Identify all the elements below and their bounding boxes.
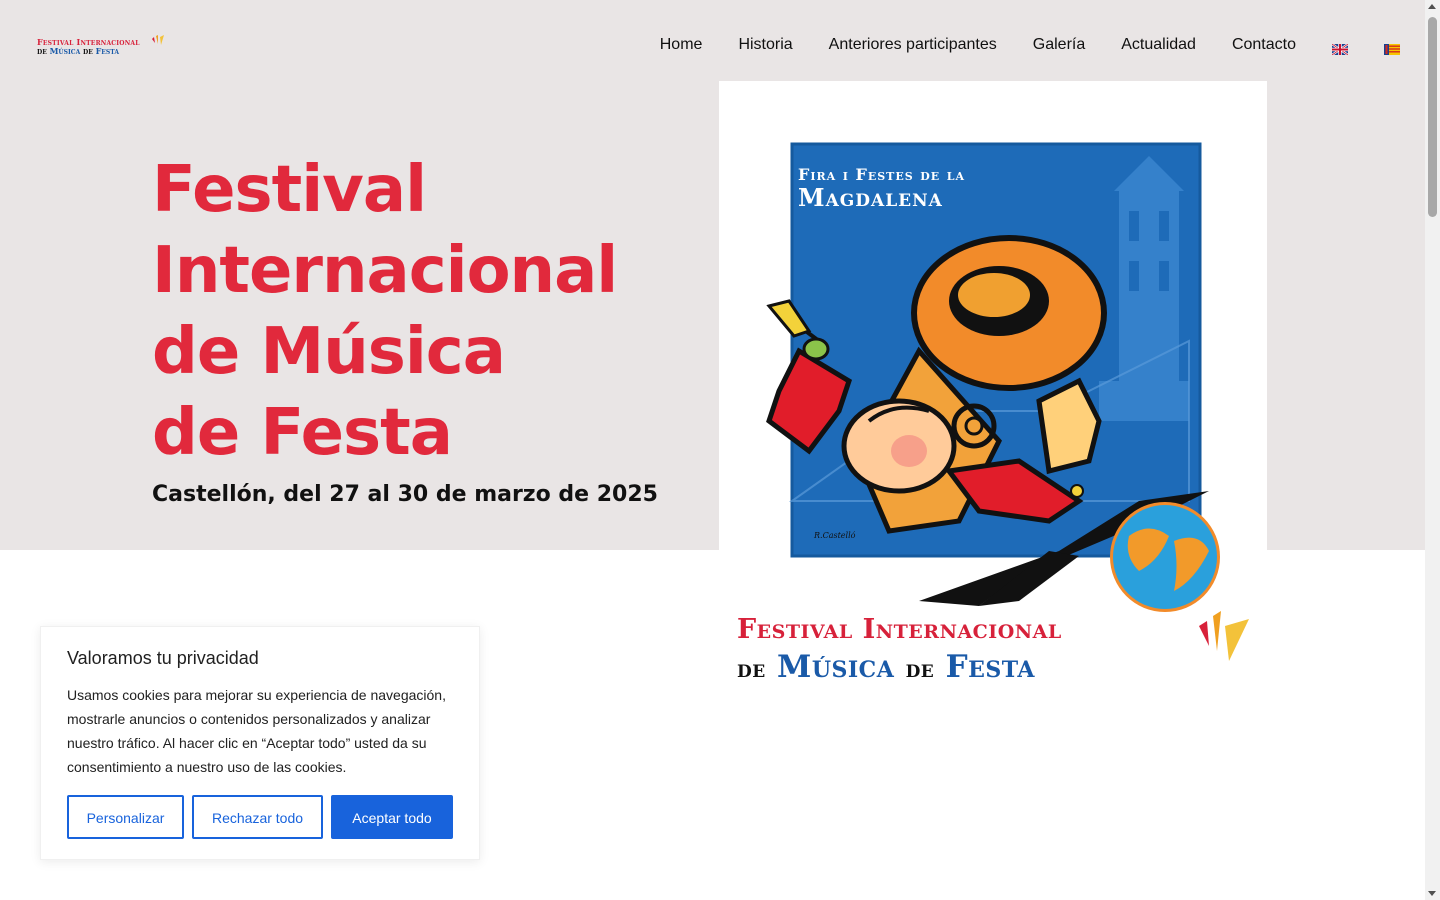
logo-word-musica: Música: [49, 46, 81, 56]
logo-word-festa: Festa: [95, 46, 120, 56]
nav-item-home[interactable]: Home: [660, 36, 703, 54]
nav-item-galeria[interactable]: Galería: [1033, 36, 1085, 54]
hero-title-line: de Festa: [152, 396, 453, 470]
festival-poster: Fira i Festes de la Magdalena R.Castelló…: [719, 81, 1267, 701]
page-scrollbar[interactable]: [1425, 0, 1440, 900]
poster-title-line2: de Música de Festa: [737, 649, 1035, 685]
logo-word-de: de: [37, 46, 47, 56]
poster-header-line2: Magdalena: [798, 183, 943, 212]
hero-title-line: Internacional: [152, 234, 618, 308]
nav-item-anteriores-participantes[interactable]: Anteriores participantes: [829, 36, 997, 54]
accept-all-button[interactable]: Aceptar todo: [331, 795, 453, 839]
hero-title-line: de Música: [152, 315, 506, 389]
hero-title: Festival Internacional de Música de Fest…: [152, 150, 618, 474]
nav-item-actualidad[interactable]: Actualidad: [1121, 36, 1196, 54]
nav-item-contacto[interactable]: Contacto: [1232, 36, 1296, 54]
poster-header-line1: Fira i Festes de la: [798, 165, 966, 184]
poster-title-line1: Festival Internacional: [737, 614, 1062, 645]
poster-word-de-2: de: [905, 654, 935, 683]
cookie-title: Valoramos tu privacidad: [67, 648, 259, 668]
cookie-description: Usamos cookies para mejorar su experienc…: [67, 687, 446, 775]
poster-word-musica: Música: [777, 649, 895, 685]
reject-all-button[interactable]: Rechazar todo: [192, 795, 323, 839]
hero-subtitle: Castellón, del 27 al 30 de marzo de 2025: [152, 482, 658, 507]
customize-button[interactable]: Personalizar: [67, 795, 184, 839]
poster-signature: R.Castelló: [814, 531, 856, 540]
cookie-consent-banner: Valoramos tu privacidad Usamos cookies p…: [40, 626, 480, 860]
confetti-icon: [152, 35, 164, 45]
main-navigation: Home Historia Anteriores participantes G…: [624, 33, 1400, 57]
scrollbar-thumb[interactable]: [1428, 17, 1437, 217]
nav-item-historia[interactable]: Historia: [738, 36, 792, 54]
logo-text-line2: de Música de Festa: [37, 46, 119, 56]
poster-word-de: de: [737, 654, 766, 683]
logo-word-de-2: de: [83, 46, 93, 56]
scroll-down-arrow-icon[interactable]: [1428, 891, 1436, 896]
english-flag-icon[interactable]: [1331, 40, 1349, 56]
hero-title-line: Festival: [152, 153, 427, 227]
valencian-flag-icon[interactable]: [1384, 40, 1400, 55]
site-logo[interactable]: Festival Internacional de Música de Fest…: [37, 33, 177, 59]
scroll-up-arrow-icon[interactable]: [1428, 4, 1436, 9]
poster-word-festa: Festa: [945, 649, 1035, 685]
